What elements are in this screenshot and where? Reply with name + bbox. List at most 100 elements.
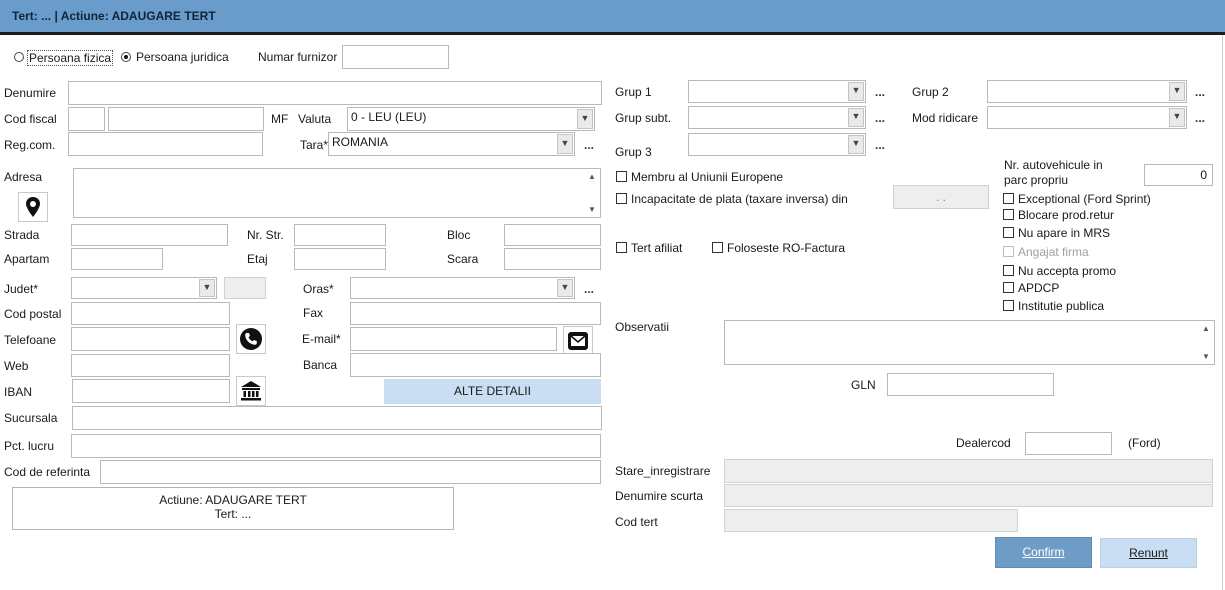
grup-subt-select[interactable]: ▼	[688, 106, 866, 129]
chevron-down-icon[interactable]: ▼	[557, 134, 573, 154]
ro-factura-checkbox[interactable]	[712, 242, 723, 253]
chevron-down-icon[interactable]: ▼	[848, 108, 864, 127]
apartam-input[interactable]	[71, 248, 163, 270]
alte-detalii-button[interactable]: ALTE DETALII	[384, 379, 601, 404]
apdcp-checkbox[interactable]	[1003, 282, 1014, 293]
nu-accepta-promo-checkbox[interactable]	[1003, 265, 1014, 276]
telefoane-input[interactable]	[71, 327, 230, 351]
tara-label: Tara*	[300, 138, 329, 152]
nu-accepta-promo-label[interactable]: Nu accepta promo	[1018, 264, 1116, 278]
tara-more-button[interactable]: ...	[584, 138, 594, 152]
gln-input[interactable]	[887, 373, 1054, 396]
cod-fiscal-prefix-input[interactable]	[68, 107, 105, 131]
grup-subt-more-button[interactable]: ...	[875, 111, 885, 125]
ro-factura-label[interactable]: Foloseste RO-Factura	[727, 241, 845, 255]
observatii-scrollbar[interactable]: ▲ ▼	[1199, 322, 1213, 363]
chevron-down-icon[interactable]: ▼	[1169, 108, 1185, 127]
incapacitate-label[interactable]: Incapacitate de plata (taxare inversa) d…	[631, 192, 848, 206]
incapacitate-checkbox[interactable]	[616, 193, 627, 204]
fax-input[interactable]	[350, 302, 601, 325]
blocare-label[interactable]: Blocare prod.retur	[1018, 208, 1114, 222]
bloc-input[interactable]	[504, 224, 601, 246]
email-input[interactable]	[350, 327, 557, 351]
tert-afiliat-label[interactable]: Tert afiliat	[631, 241, 682, 255]
scroll-up-icon[interactable]: ▲	[588, 172, 596, 181]
grup1-select[interactable]: ▼	[688, 80, 866, 103]
grup3-more-button[interactable]: ...	[875, 138, 885, 152]
pct-lucru-input[interactable]	[71, 434, 601, 458]
oras-more-button[interactable]: ...	[584, 282, 594, 296]
chevron-down-icon[interactable]: ▼	[577, 109, 593, 129]
denumire-input[interactable]	[68, 81, 602, 105]
incapacitate-date-input[interactable]: . .	[893, 185, 989, 209]
confirm-button[interactable]: Confirm	[995, 537, 1092, 568]
scroll-up-icon[interactable]: ▲	[1202, 324, 1210, 333]
email-button[interactable]	[563, 326, 593, 356]
mod-ridicare-more-button[interactable]: ...	[1195, 111, 1205, 125]
judet-select[interactable]: ▼	[71, 277, 217, 299]
denumire-scurta-input	[724, 484, 1213, 507]
action-status-box: Actiune: ADAUGARE TERT Tert: ...	[12, 487, 454, 530]
scroll-down-icon[interactable]: ▼	[588, 205, 596, 214]
chevron-down-icon[interactable]: ▼	[557, 279, 573, 297]
tara-select[interactable]: ROMANIA ▼	[328, 132, 575, 156]
numar-furnizor-input[interactable]	[342, 45, 449, 69]
reg-com-input[interactable]	[68, 132, 263, 156]
persoana-fizica-radio[interactable]	[14, 52, 24, 62]
nu-apare-mrs-label[interactable]: Nu apare in MRS	[1018, 226, 1110, 240]
membru-ue-checkbox[interactable]	[616, 171, 627, 182]
cod-fiscal-label: Cod fiscal	[4, 112, 57, 126]
tert-afiliat-checkbox[interactable]	[616, 242, 627, 253]
angajat-firma-checkbox	[1003, 246, 1014, 257]
apdcp-label[interactable]: APDCP	[1018, 281, 1059, 295]
mod-ridicare-select[interactable]: ▼	[987, 106, 1187, 129]
chevron-down-icon[interactable]: ▼	[199, 279, 215, 297]
nu-apare-mrs-checkbox[interactable]	[1003, 227, 1014, 238]
angajat-firma-label: Angajat firma	[1018, 245, 1089, 259]
persoana-juridica-radio[interactable]	[121, 52, 131, 62]
dealercod-label: Dealercod	[956, 436, 1011, 450]
chevron-down-icon[interactable]: ▼	[848, 135, 864, 154]
grup2-more-button[interactable]: ...	[1195, 85, 1205, 99]
sucursala-input[interactable]	[72, 406, 602, 430]
cod-referinta-input[interactable]	[100, 460, 601, 484]
grup3-select[interactable]: ▼	[688, 133, 866, 156]
cod-fiscal-input[interactable]	[108, 107, 264, 131]
bank-button[interactable]	[236, 376, 266, 406]
renunt-button[interactable]: Renunt	[1100, 538, 1197, 568]
phone-button[interactable]	[236, 324, 266, 354]
nr-str-input[interactable]	[294, 224, 386, 246]
exceptional-checkbox[interactable]	[1003, 193, 1014, 204]
institutie-checkbox[interactable]	[1003, 300, 1014, 311]
institutie-label[interactable]: Institutie publica	[1018, 299, 1104, 313]
blocare-checkbox[interactable]	[1003, 209, 1014, 220]
denumire-scurta-label: Denumire scurta	[615, 489, 704, 503]
scroll-down-icon[interactable]: ▼	[1202, 352, 1210, 361]
numar-furnizor-label: Numar furnizor	[258, 50, 338, 64]
banca-input[interactable]	[350, 353, 601, 377]
exceptional-label[interactable]: Exceptional (Ford Sprint)	[1018, 192, 1151, 206]
adresa-textarea[interactable]: ▲ ▼	[73, 168, 601, 218]
grup1-more-button[interactable]: ...	[875, 85, 885, 99]
location-button[interactable]	[18, 192, 48, 222]
persoana-juridica-label[interactable]: Persoana juridica	[136, 50, 229, 64]
strada-input[interactable]	[71, 224, 228, 246]
persoana-fizica-label[interactable]: Persoana fizica	[27, 50, 114, 66]
adresa-scrollbar[interactable]: ▲ ▼	[585, 170, 599, 216]
chevron-down-icon[interactable]: ▼	[848, 82, 864, 101]
scara-input[interactable]	[504, 248, 601, 270]
oras-select[interactable]: ▼	[350, 277, 575, 299]
grup2-select[interactable]: ▼	[987, 80, 1187, 103]
chevron-down-icon[interactable]: ▼	[1169, 82, 1185, 101]
title-bar: Tert: ... | Actiune: ADAUGARE TERT	[0, 0, 1225, 32]
dealercod-input[interactable]	[1025, 432, 1112, 455]
iban-input[interactable]	[72, 379, 230, 403]
cod-postal-input[interactable]	[71, 302, 230, 325]
fax-label: Fax	[303, 306, 324, 320]
valuta-select[interactable]: 0 - LEU (LEU) ▼	[347, 107, 595, 131]
nr-auto-input[interactable]: 0	[1144, 164, 1213, 186]
membru-ue-label[interactable]: Membru al Uniunii Europene	[631, 170, 783, 184]
etaj-input[interactable]	[294, 248, 386, 270]
observatii-textarea[interactable]: ▲ ▼	[724, 320, 1215, 365]
web-input[interactable]	[71, 354, 230, 377]
